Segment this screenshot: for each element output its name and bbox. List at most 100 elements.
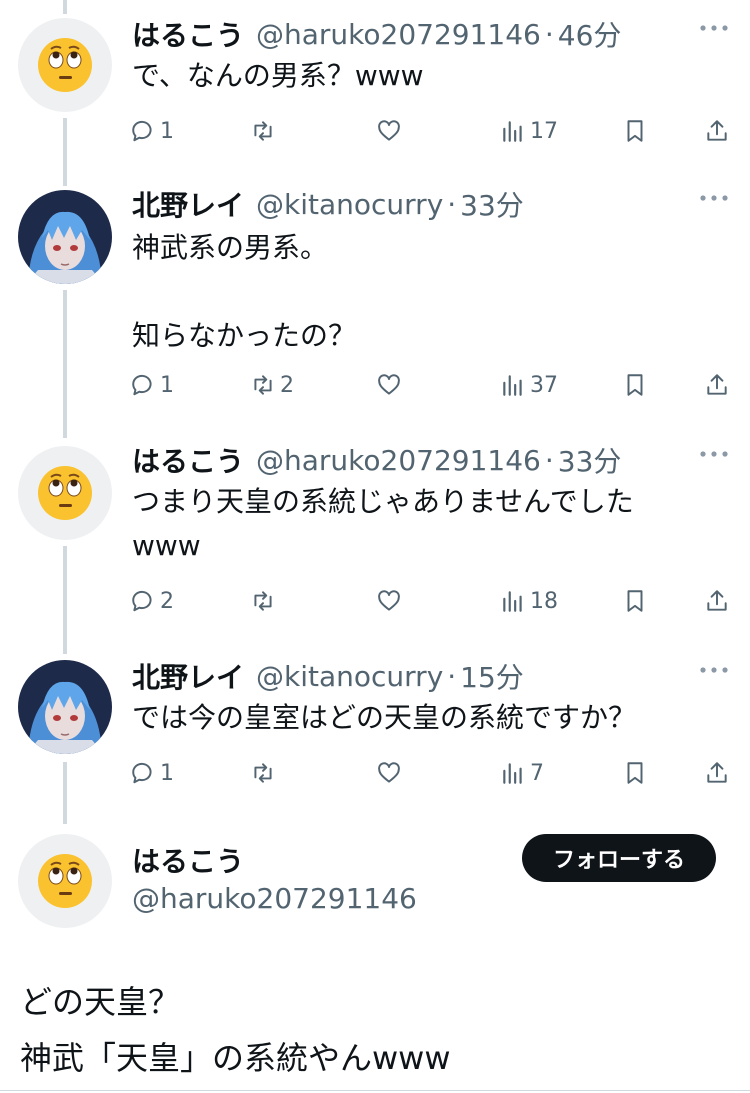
reply-count: 1 <box>160 760 174 786</box>
repost-button[interactable] <box>250 756 280 790</box>
avatar[interactable] <box>18 446 112 540</box>
separator-dot: · <box>447 659 457 693</box>
author-handle[interactable]: @haruko207291146 <box>256 444 541 477</box>
reply-button[interactable]: 1 <box>130 756 174 790</box>
share-button[interactable] <box>704 584 730 618</box>
author-name[interactable]: はるこう <box>132 14 244 54</box>
rolling-eyes-emoji-icon <box>38 854 92 908</box>
like-icon <box>378 374 400 395</box>
bookmark-button[interactable] <box>622 368 648 402</box>
more-icon[interactable] <box>698 444 730 464</box>
reply-tweet[interactable]: はるこう @haruko207291146 · 46分 で、なんの男系？www … <box>0 12 750 162</box>
timestamp[interactable]: 33分 <box>460 184 524 224</box>
repost-icon <box>254 763 272 783</box>
bookmark-button[interactable] <box>622 756 648 790</box>
views-button[interactable]: 18 <box>500 584 558 618</box>
rolling-eyes-emoji-icon <box>38 38 92 92</box>
repost-button[interactable] <box>250 114 280 148</box>
reply-icon <box>132 120 152 142</box>
share-icon <box>707 762 727 783</box>
avatar[interactable] <box>18 190 112 284</box>
author-handle[interactable]: @haruko207291146 <box>256 18 541 51</box>
reply-count: 1 <box>160 372 174 398</box>
like-button[interactable] <box>376 368 402 402</box>
reply-tweet[interactable]: はるこう @haruko207291146 · 33分 つまり天皇の系統じゃあり… <box>0 438 750 638</box>
bookmark-button[interactable] <box>622 114 648 148</box>
like-button[interactable] <box>376 114 402 148</box>
views-button[interactable]: 7 <box>500 756 544 790</box>
author-name[interactable]: はるこう <box>132 440 244 480</box>
views-button[interactable]: 17 <box>500 114 558 148</box>
author-name[interactable]: はるこう <box>132 840 244 880</box>
views-icon <box>503 375 522 396</box>
views-count: 37 <box>530 372 558 398</box>
separator-dot: · <box>544 443 554 477</box>
bookmark-icon <box>627 590 643 612</box>
separator-dot: · <box>544 17 554 51</box>
avatar[interactable] <box>18 660 112 754</box>
follow-button[interactable]: フォローする <box>522 834 716 882</box>
more-icon[interactable] <box>698 18 730 38</box>
repost-count: 2 <box>280 372 294 398</box>
repost-button[interactable] <box>250 584 280 618</box>
anime-avatar-icon <box>18 190 112 284</box>
timestamp[interactable]: 15分 <box>460 656 524 696</box>
author-handle[interactable]: @kitanocurry <box>256 188 443 221</box>
reply-button[interactable]: 1 <box>130 368 174 402</box>
divider <box>0 1090 750 1091</box>
tweet-text: 神武系の男系。 知らなかったの？ <box>132 231 357 352</box>
share-button[interactable] <box>704 114 730 148</box>
reply-icon <box>132 762 152 784</box>
reply-tweet[interactable]: 北野レイ @kitanocurry · 33分 神武系の男系。 知らなかったの？… <box>0 182 750 422</box>
rolling-eyes-emoji-icon <box>38 466 92 520</box>
repost-icon <box>254 375 272 395</box>
reply-button[interactable]: 1 <box>130 114 174 148</box>
author-name[interactable]: 北野レイ <box>132 656 244 696</box>
views-button[interactable]: 37 <box>500 368 558 402</box>
bookmark-button[interactable] <box>622 584 648 618</box>
bookmark-icon <box>627 374 643 396</box>
reply-button[interactable]: 2 <box>130 584 174 618</box>
like-button[interactable] <box>376 756 402 790</box>
reply-count: 1 <box>160 118 174 144</box>
author-handle[interactable]: @kitanocurry <box>256 660 443 693</box>
share-icon <box>707 374 727 395</box>
action-bar: 1 2 37 <box>0 368 750 402</box>
timestamp[interactable]: 46分 <box>558 14 622 54</box>
views-count: 17 <box>530 118 558 144</box>
main-tweet: はるこう @haruko207291146 フォローする どの天皇？ 神武「天皇… <box>0 834 750 1090</box>
share-button[interactable] <box>704 368 730 402</box>
action-bar: 1 7 <box>0 756 750 790</box>
views-count: 7 <box>530 760 544 786</box>
tweet-text: どの天皇？ 神武「天皇」の系統やんwww <box>20 983 451 1077</box>
anime-avatar-icon <box>18 660 112 754</box>
bookmark-icon <box>627 762 643 784</box>
repost-button[interactable]: 2 <box>250 368 294 402</box>
reply-icon <box>132 590 152 612</box>
views-count: 18 <box>530 588 558 614</box>
views-icon <box>503 763 522 784</box>
more-icon[interactable] <box>698 660 730 680</box>
avatar[interactable] <box>18 834 112 928</box>
action-bar: 1 17 <box>0 114 750 148</box>
like-button[interactable] <box>376 584 402 618</box>
repost-icon <box>254 591 272 611</box>
author-handle[interactable]: @haruko207291146 <box>132 882 417 915</box>
reply-count: 2 <box>160 588 174 614</box>
like-icon <box>378 762 400 783</box>
share-icon <box>707 120 727 141</box>
avatar[interactable] <box>18 18 112 112</box>
reply-tweet[interactable]: 北野レイ @kitanocurry · 15分 では今の皇室はどの天皇の系統です… <box>0 654 750 804</box>
repost-icon <box>254 121 272 141</box>
tweet-text: つまり天皇の系統じゃありませんでした www <box>132 485 634 562</box>
more-icon[interactable] <box>698 188 730 208</box>
tweet-text: では今の皇室はどの天皇の系統ですか？ <box>132 701 637 734</box>
separator-dot: · <box>447 187 457 221</box>
timestamp[interactable]: 33分 <box>558 440 622 480</box>
share-icon <box>707 590 727 611</box>
author-name[interactable]: 北野レイ <box>132 184 244 224</box>
views-icon <box>503 121 522 142</box>
like-icon <box>378 590 400 611</box>
share-button[interactable] <box>704 756 730 790</box>
bookmark-icon <box>627 120 643 142</box>
